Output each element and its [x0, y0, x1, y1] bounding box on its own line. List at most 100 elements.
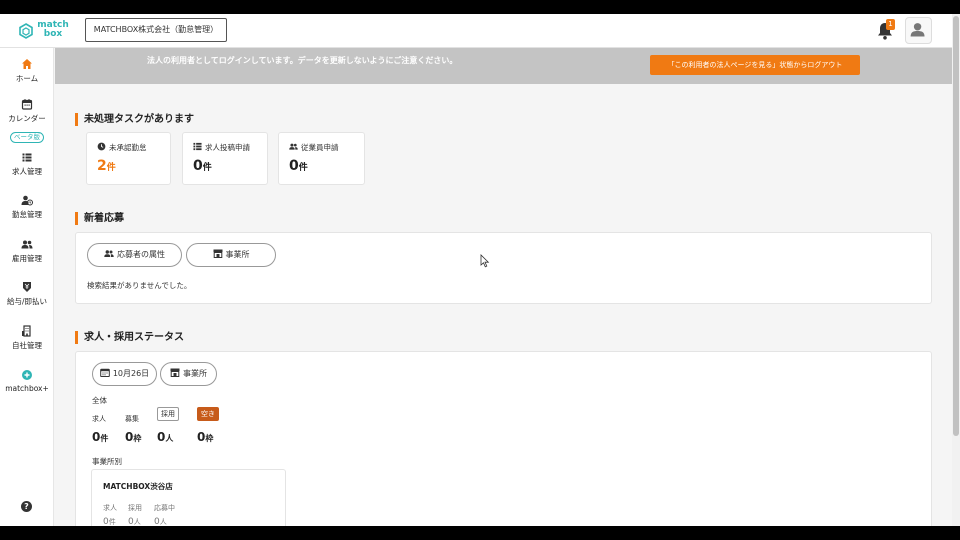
task-count: 0件: [193, 158, 212, 174]
task-card-unapproved-attendance[interactable]: 未承認勤怠 2件: [86, 132, 171, 185]
status-section-title: 求人・採用ステータス: [75, 331, 184, 344]
office-head-jobs: 求人: [103, 504, 117, 512]
sidebar-item-matchbox-plus[interactable]: matchbox+: [0, 369, 54, 393]
sidebar-item-employment[interactable]: 雇用管理: [0, 238, 54, 264]
applications-panel: 応募者の属性 事業所 検索結果がありませんでした。: [75, 232, 932, 304]
avatar[interactable]: [905, 17, 932, 44]
plus-circle-icon: [22, 370, 32, 380]
office-value-jobs: 0件: [103, 517, 116, 526]
task-card-employee-requests[interactable]: 従業員申請 0件: [278, 132, 365, 185]
task-count-value: 0: [289, 158, 299, 174]
filter-label: 事業所: [225, 250, 250, 259]
task-count: 2件: [97, 158, 116, 174]
applicant-attributes-filter-button[interactable]: 応募者の属性: [87, 243, 182, 267]
sidebar-item-jobs[interactable]: 求人管理: [0, 151, 54, 177]
sidebar-item-label: 雇用管理: [12, 254, 42, 263]
stat-unit: 枠: [133, 434, 142, 443]
beta-badge: ベータ版: [10, 132, 44, 143]
stat-unit: 件: [100, 434, 109, 443]
stat-label-vacant: 空き: [197, 407, 219, 421]
scrollbar-thumb[interactable]: [953, 16, 959, 436]
sidebar-item-payroll[interactable]: 給与/即払い: [0, 281, 54, 307]
people-icon: [104, 250, 114, 257]
stat-value-openings: 0枠: [125, 430, 141, 444]
sidebar-item-label: 勤怠管理: [12, 210, 42, 219]
task-label: 求人投稿申請: [193, 142, 250, 153]
task-label-text: 求人投稿申請: [205, 143, 250, 152]
task-count-unit: 件: [202, 163, 212, 173]
sidebar-item-label: 給与/即払い: [6, 297, 48, 306]
sidebar: ホーム カレンダー ベータ版 求人管理 勤怠管理 雇用管理 給与/即払い 自社管…: [0, 48, 54, 526]
sidebar-item-home[interactable]: ホーム: [0, 58, 54, 84]
stat-unit: 人: [165, 434, 174, 443]
home-icon: [22, 59, 32, 69]
mouse-cursor-icon: [480, 254, 490, 268]
sidebar-item-label: ホーム: [15, 74, 39, 83]
people-icon: [289, 143, 298, 150]
date-filter-button[interactable]: 10月26日: [92, 362, 157, 386]
task-label: 従業員申請: [289, 142, 339, 153]
task-count-unit: 件: [106, 163, 116, 173]
notification-badge: 1: [886, 19, 895, 30]
logo-text-line2: box: [43, 29, 63, 39]
people-icon: [21, 240, 33, 249]
stat-label-hired: 採用: [157, 407, 179, 421]
sidebar-item-calendar[interactable]: カレンダー ベータ版: [0, 98, 54, 143]
impersonation-notice: 法人の利用者としてログインしています。データを更新しないようにご注意ください。 …: [55, 48, 952, 84]
logo-text: match box: [37, 21, 69, 39]
office-value-applying: 0人: [154, 517, 167, 526]
task-count-unit: 件: [298, 163, 308, 173]
stat-value-hired: 0人: [157, 430, 173, 444]
building-icon: [22, 325, 31, 337]
by-office-label: 事業所別: [92, 457, 122, 466]
sidebar-item-label: 自社管理: [12, 341, 42, 350]
office-card[interactable]: MATCHBOX渋谷店 求人 採用 応募中 0件 0人 0人: [91, 469, 286, 526]
office-unit: 人: [159, 518, 167, 526]
task-count: 0件: [289, 158, 308, 174]
list-icon: [193, 142, 202, 151]
filter-label: 10月26日: [112, 369, 150, 378]
stat-label-jobs: 求人: [92, 415, 106, 423]
logout-impersonation-button[interactable]: 「この利用者の法人ページを見る」状態からログアウト: [650, 55, 860, 75]
store-icon: [213, 249, 222, 258]
top-header: match box MATCHBOX株式会社（勤怠管理） 1: [0, 14, 952, 48]
office-head-applying: 応募中: [154, 504, 175, 512]
empty-results-text: 検索結果がありませんでした。: [87, 281, 192, 290]
office-filter-button[interactable]: 事業所: [186, 243, 276, 267]
sidebar-item-label: 求人管理: [12, 167, 42, 176]
user-icon: [910, 23, 925, 37]
task-label-text: 従業員申請: [301, 143, 339, 152]
applications-section-title: 新着応募: [75, 212, 124, 225]
office-head-hired: 採用: [128, 504, 142, 512]
tasks-section-title: 未処理タスクがあります: [75, 113, 194, 126]
status-office-filter-button[interactable]: 事業所: [160, 362, 217, 386]
overall-label: 全体: [92, 396, 107, 405]
logo-mark-icon: [19, 23, 33, 39]
scrollbar[interactable]: [952, 14, 960, 526]
clock-icon: [97, 142, 106, 151]
sidebar-item-label: matchbox+: [5, 384, 49, 393]
stat-label-openings: 募集: [125, 415, 139, 423]
person-clock-icon: [21, 195, 33, 206]
office-value-hired: 0人: [128, 517, 141, 526]
calendar-icon: [100, 368, 110, 377]
matchbox-logo[interactable]: match box: [18, 21, 72, 43]
office-unit: 件: [108, 518, 116, 526]
sidebar-item-company[interactable]: 自社管理: [0, 325, 54, 351]
office-name: MATCHBOX渋谷店: [103, 482, 173, 491]
payment-icon: [23, 282, 31, 292]
stat-value-vacant: 0枠: [197, 430, 213, 444]
office-unit: 人: [133, 518, 141, 526]
task-count-value: 0: [193, 158, 203, 174]
main-content: 法人の利用者としてログインしています。データを更新しないようにご注意ください。 …: [55, 48, 952, 526]
store-icon: [170, 368, 180, 377]
app-screen: match box MATCHBOX株式会社（勤怠管理） 1 ホーム カレンダー…: [0, 14, 960, 526]
notice-text: 法人の利用者としてログインしています。データを更新しないようにご注意ください。: [147, 56, 458, 65]
list-icon: [22, 153, 32, 162]
task-card-job-post-requests[interactable]: 求人投稿申請 0件: [182, 132, 268, 185]
sidebar-item-attendance[interactable]: 勤怠管理: [0, 194, 54, 220]
company-selector[interactable]: MATCHBOX株式会社（勤怠管理）: [85, 18, 227, 42]
help-icon[interactable]: ?: [21, 501, 32, 512]
task-label-text: 未承認勤怠: [109, 143, 147, 152]
task-count-value: 2: [97, 158, 107, 174]
